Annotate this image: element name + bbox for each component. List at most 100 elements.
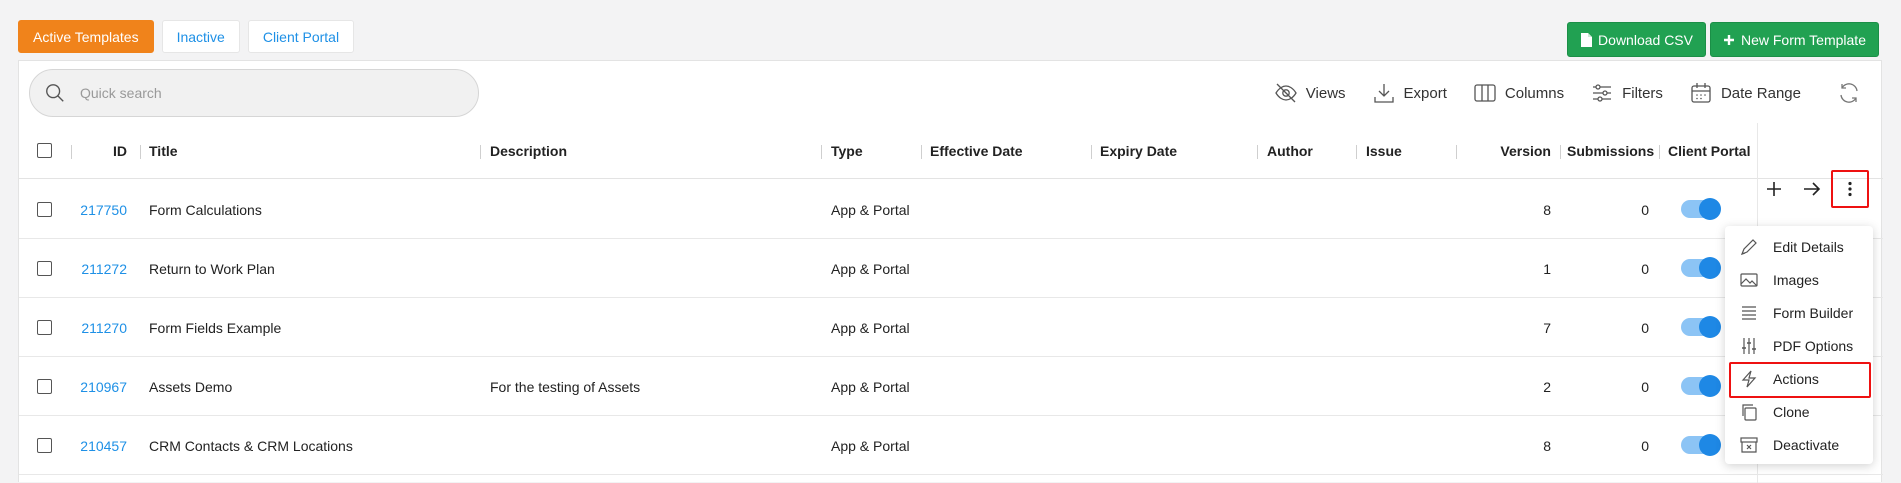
clone-icon — [1742, 403, 1757, 421]
row-title: Form Calculations — [149, 201, 262, 218]
download-csv-label: Download CSV — [1598, 31, 1693, 48]
export-label: Export — [1403, 84, 1447, 102]
tab-client-portal[interactable]: Client Portal — [247, 20, 355, 53]
refresh-icon — [1840, 83, 1858, 103]
column-header-issue[interactable]: Issue — [1366, 123, 1402, 179]
search-input[interactable] — [78, 84, 438, 102]
table-row[interactable]: 211272 Return to Work Plan App & Portal … — [19, 239, 1883, 298]
more-actions-button[interactable] — [1831, 170, 1869, 208]
row-version: 8 — [1543, 437, 1551, 454]
row-version: 1 — [1543, 260, 1551, 277]
filters-label: Filters — [1622, 84, 1663, 102]
row-id-link[interactable]: 211270 — [69, 298, 127, 357]
plus-icon — [1723, 34, 1734, 45]
column-header-client-portal[interactable]: Client Portal — [1668, 123, 1750, 179]
row-actions — [1755, 170, 1869, 208]
open-button[interactable] — [1793, 170, 1831, 208]
client-portal-toggle[interactable] — [1681, 375, 1721, 397]
file-icon — [1581, 32, 1593, 47]
row-checkbox[interactable] — [37, 438, 52, 453]
row-id-link[interactable]: 210457 — [69, 416, 127, 475]
table-row[interactable]: 210457 CRM Contacts & CRM Locations App … — [19, 416, 1883, 475]
filters-button[interactable]: Filters — [1590, 81, 1663, 105]
sliders-icon — [1742, 337, 1756, 354]
date-range-label: Date Range — [1720, 84, 1801, 102]
kebab-menu-icon — [1848, 181, 1852, 197]
column-header-author[interactable]: Author — [1267, 123, 1313, 179]
download-csv-button[interactable]: Download CSV — [1567, 22, 1706, 57]
row-checkbox[interactable] — [37, 261, 52, 276]
row-id-link[interactable]: 217750 — [69, 180, 127, 239]
row-type: App & Portal — [831, 437, 910, 454]
add-button[interactable] — [1755, 170, 1793, 208]
row-checkbox[interactable] — [37, 379, 52, 394]
lightning-icon — [1741, 370, 1757, 387]
form-builder-icon — [1742, 305, 1756, 320]
menu-item-pdf-options[interactable]: PDF Options — [1725, 329, 1873, 362]
new-form-template-label: New Form Template — [1740, 31, 1866, 48]
menu-item-label: Form Builder — [1773, 304, 1854, 321]
eye-off-icon — [1275, 83, 1297, 103]
columns-label: Columns — [1504, 84, 1565, 102]
row-context-menu: Edit Details Images Form Builder PDF Opt… — [1725, 226, 1873, 464]
menu-item-form-builder[interactable]: Form Builder — [1725, 296, 1873, 329]
client-portal-toggle[interactable] — [1681, 257, 1721, 279]
menu-item-actions[interactable]: Actions — [1725, 362, 1873, 398]
column-header-title[interactable]: Title — [149, 123, 178, 179]
new-form-template-button[interactable]: New Form Template — [1709, 22, 1879, 57]
select-all-checkbox[interactable] — [37, 143, 52, 158]
row-checkbox[interactable] — [37, 202, 52, 217]
columns-button[interactable]: Columns — [1473, 81, 1564, 105]
views-button[interactable]: Views — [1274, 81, 1346, 105]
row-type: App & Portal — [831, 319, 910, 336]
column-header-submissions[interactable]: Submissions — [1567, 123, 1654, 179]
download-icon — [1373, 84, 1394, 103]
table-toolbar: Views Export Columns Filters Date Range — [1248, 69, 1881, 117]
row-type: App & Portal — [831, 201, 910, 218]
templates-panel: Views Export Columns Filters Date Range … — [18, 60, 1883, 483]
column-header-version[interactable]: Version — [1465, 123, 1551, 179]
row-id-link[interactable]: 211272 — [69, 239, 127, 298]
row-submissions: 0 — [1641, 378, 1649, 395]
column-header-type[interactable]: Type — [831, 123, 863, 179]
row-id-link[interactable]: 210967 — [69, 357, 127, 416]
menu-item-edit-details[interactable]: Edit Details — [1725, 230, 1873, 263]
row-version: 7 — [1543, 319, 1551, 336]
menu-item-label: Deactivate — [1773, 436, 1840, 453]
menu-item-deactivate[interactable]: Deactivate — [1725, 428, 1873, 461]
tab-inactive[interactable]: Inactive — [161, 20, 240, 53]
image-icon — [1740, 272, 1758, 287]
column-header-expiry-date[interactable]: Expiry Date — [1100, 123, 1177, 179]
template-tabs: Active Templates Inactive Client Portal — [18, 20, 355, 53]
arrow-right-icon — [1804, 182, 1821, 196]
calendar-icon — [1691, 83, 1711, 103]
client-portal-toggle[interactable] — [1681, 198, 1721, 220]
export-button[interactable]: Export — [1372, 81, 1447, 105]
menu-item-label: Images — [1773, 271, 1819, 288]
views-label: Views — [1305, 84, 1346, 102]
table-row[interactable]: 211270 Form Fields Example App & Portal … — [19, 298, 1883, 357]
quick-search[interactable] — [29, 69, 479, 117]
date-range-button[interactable]: Date Range — [1689, 81, 1801, 105]
client-portal-toggle[interactable] — [1681, 434, 1721, 456]
archive-x-icon — [1740, 436, 1758, 453]
row-submissions: 0 — [1641, 260, 1649, 277]
menu-item-label: Clone — [1773, 403, 1810, 420]
table-row[interactable]: 217750 Form Calculations App & Portal 8 … — [19, 180, 1883, 239]
row-submissions: 0 — [1641, 437, 1649, 454]
menu-item-clone[interactable]: Clone — [1725, 395, 1873, 428]
table-row[interactable]: 210967 Assets Demo For the testing of As… — [19, 357, 1883, 416]
row-checkbox[interactable] — [37, 320, 52, 335]
refresh-button[interactable] — [1837, 81, 1861, 105]
tab-active-templates[interactable]: Active Templates — [18, 20, 154, 53]
column-header-description[interactable]: Description — [490, 123, 567, 179]
column-header-id[interactable]: ID — [81, 123, 127, 179]
row-description: For the testing of Assets — [490, 378, 641, 395]
row-version: 2 — [1543, 378, 1551, 395]
menu-item-images[interactable]: Images — [1725, 263, 1873, 296]
menu-item-label: Edit Details — [1773, 238, 1844, 255]
client-portal-toggle[interactable] — [1681, 316, 1721, 338]
row-title: Assets Demo — [149, 378, 233, 395]
column-header-effective-date[interactable]: Effective Date — [930, 123, 1023, 179]
plus-icon — [1767, 182, 1781, 196]
